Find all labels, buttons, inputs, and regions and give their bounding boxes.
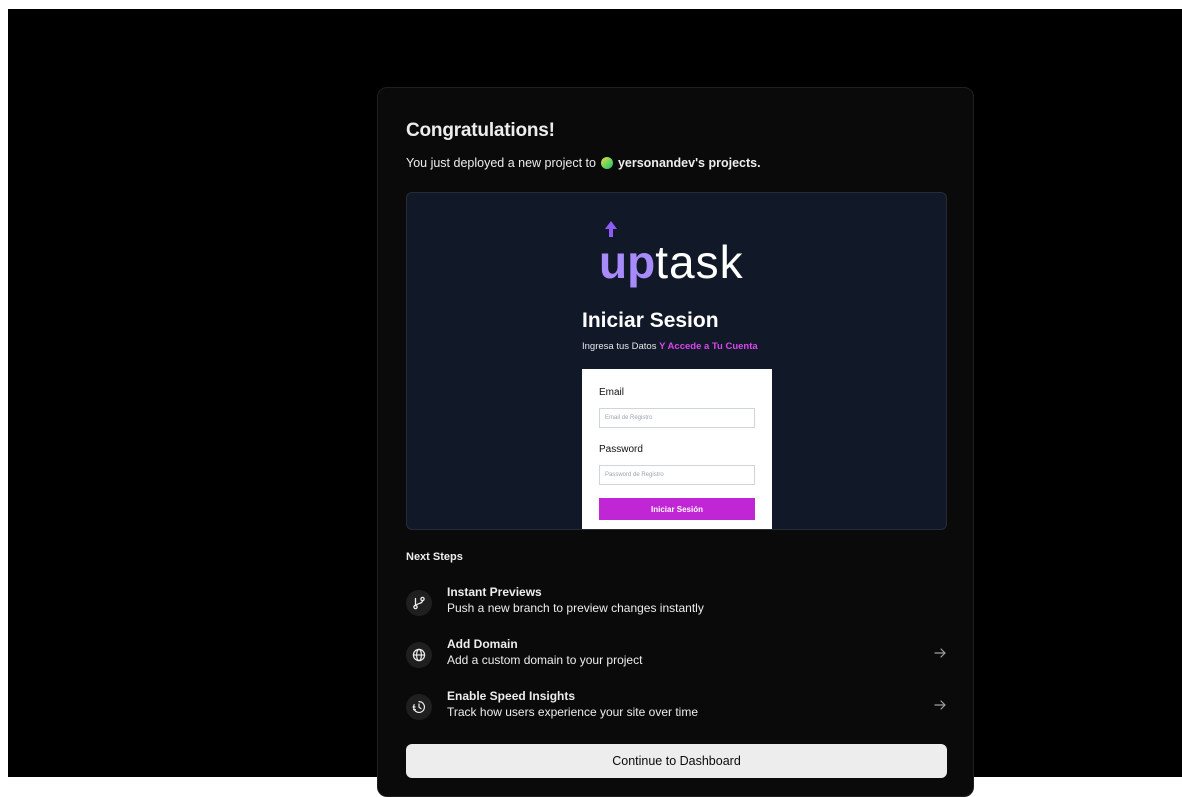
logo-arrow-icon [605, 221, 617, 237]
logo-task-text: task [655, 236, 744, 288]
login-heading: Iniciar Sesion [582, 309, 719, 332]
next-steps-heading: Next Steps [406, 551, 463, 563]
login-subheading: Ingresa tus Datos Y Accede a Tu Cuenta [582, 341, 758, 352]
login-subheading-plain: Ingresa tus Datos [582, 341, 657, 352]
speed-insights-icon [406, 694, 432, 720]
arrow-right-icon [934, 648, 946, 658]
login-subheading-accent: Y Accede a Tu Cuenta [659, 341, 758, 352]
email-field[interactable]: Email de Registro [599, 408, 755, 428]
password-label: Password [599, 444, 643, 455]
step-description: Push a new branch to preview changes ins… [447, 601, 704, 615]
step-add-domain[interactable]: Add Domain Add a custom domain to your p… [406, 637, 947, 677]
step-enable-speed-insights[interactable]: Enable Speed Insights Track how users ex… [406, 689, 947, 729]
deploy-success-card: Congratulations! You just deployed a new… [377, 87, 974, 797]
arrow-right-icon [934, 700, 946, 710]
step-title: Instant Previews [447, 585, 542, 599]
logo-up-text: up [599, 236, 656, 288]
team-name-link[interactable]: yersonandev's projects. [618, 156, 761, 170]
globe-icon [406, 642, 432, 668]
continue-to-dashboard-button[interactable]: Continue to Dashboard [406, 744, 947, 778]
page-background: Congratulations! You just deployed a new… [8, 9, 1182, 797]
subtitle-text: You just deployed a new project to [406, 156, 596, 170]
deploy-subtitle: You just deployed a new project to yerso… [406, 156, 761, 170]
step-title: Enable Speed Insights [447, 689, 576, 703]
step-description: Add a custom domain to your project [447, 653, 643, 667]
deployment-preview[interactable]: up task Iniciar Sesion Ingresa tus Datos… [406, 192, 947, 530]
login-form: Email Email de Registro Password Passwor… [582, 369, 772, 529]
page-title: Congratulations! [406, 120, 555, 141]
step-description: Track how users experience your site ove… [447, 705, 698, 719]
step-instant-previews[interactable]: Instant Previews Push a new branch to pr… [406, 585, 947, 625]
password-field[interactable]: Password de Registro [599, 465, 755, 485]
step-title: Add Domain [447, 637, 518, 651]
email-label: Email [599, 387, 625, 398]
login-submit-button[interactable]: Iniciar Sesión [599, 498, 755, 520]
git-branch-icon [406, 590, 432, 616]
uptask-logo: up task [599, 221, 744, 288]
team-avatar [600, 157, 613, 169]
